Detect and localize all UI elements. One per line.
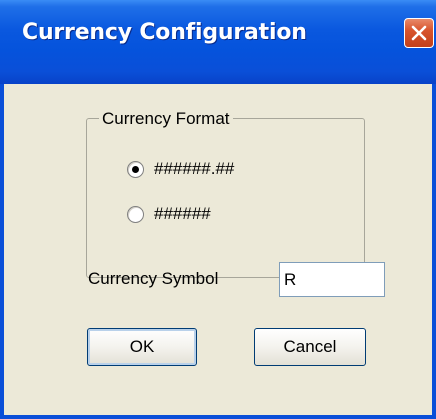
currency-symbol-label: Currency Symbol	[88, 269, 219, 288]
radio-label-decimal: ######.##	[154, 159, 235, 178]
cancel-button[interactable]: Cancel	[254, 328, 366, 366]
ok-button[interactable]: OK	[87, 328, 197, 366]
radio-button-integer[interactable]	[127, 205, 144, 223]
radio-button-decimal[interactable]	[127, 160, 144, 178]
radio-label-integer: ######	[154, 204, 211, 223]
radio-option-integer[interactable]: ######	[127, 204, 211, 224]
currency-symbol-input[interactable]	[279, 262, 385, 297]
close-button[interactable]	[404, 18, 434, 48]
currency-configuration-dialog: Currency Configuration Currency Format #…	[0, 0, 436, 419]
radio-option-decimal[interactable]: ######.##	[127, 159, 234, 179]
currency-format-legend: Currency Format	[99, 109, 233, 129]
close-x-icon	[410, 24, 428, 42]
currency-format-group: Currency Format ######.## ######	[86, 109, 365, 278]
radio-selected-dot-icon	[132, 165, 139, 173]
title-bar[interactable]: Currency Configuration	[0, 0, 436, 84]
dialog-body: Currency Format ######.## ###### Currenc…	[4, 84, 432, 415]
window-title: Currency Configuration	[22, 20, 307, 45]
